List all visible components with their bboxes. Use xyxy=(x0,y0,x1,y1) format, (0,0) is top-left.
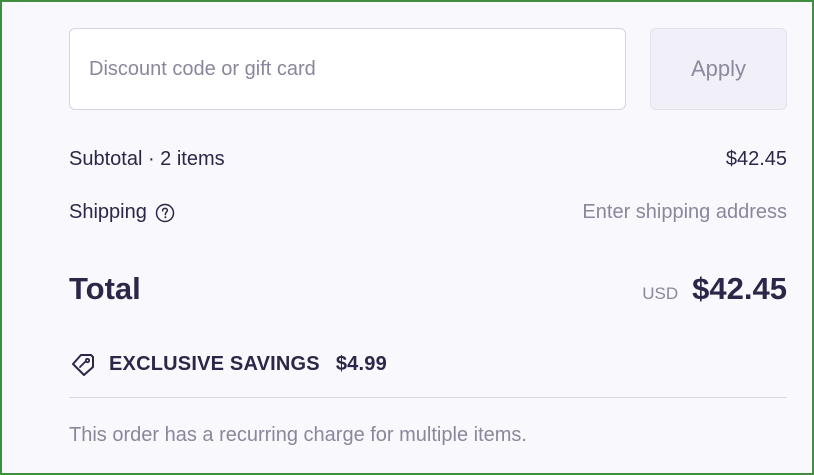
divider xyxy=(69,397,787,398)
discount-row: Apply xyxy=(69,28,787,110)
order-summary-panel: Apply Subtotal · 2 items $42.45 Shipping… xyxy=(0,0,814,475)
tag-icon xyxy=(69,350,97,378)
subtotal-label: Subtotal · 2 items xyxy=(69,148,225,170)
discount-code-input[interactable] xyxy=(69,28,626,110)
apply-button[interactable]: Apply xyxy=(650,28,787,110)
shipping-label: Shipping xyxy=(69,201,147,223)
help-circle-icon[interactable] xyxy=(155,203,175,223)
shipping-label-group: Shipping xyxy=(69,201,175,224)
savings-label: EXCLUSIVE SAVINGS xyxy=(109,352,320,375)
total-row: Total USD $42.45 xyxy=(69,271,787,307)
savings-row: EXCLUSIVE SAVINGS $4.99 xyxy=(69,350,387,378)
total-label: Total xyxy=(69,271,141,306)
shipping-row: Shipping Enter shipping address xyxy=(69,201,787,224)
total-value: $42.45 xyxy=(692,271,787,306)
subtotal-row: Subtotal · 2 items $42.45 xyxy=(69,148,787,171)
subtotal-value: $42.45 xyxy=(725,148,787,170)
total-value-group: USD $42.45 xyxy=(642,271,787,307)
savings-amount: $4.99 xyxy=(335,352,387,375)
shipping-value: Enter shipping address xyxy=(582,201,787,223)
total-currency: USD xyxy=(642,284,679,303)
recurring-charge-note: This order has a recurring charge for mu… xyxy=(69,424,527,446)
order-summary-content: Apply Subtotal · 2 items $42.45 Shipping… xyxy=(69,28,787,446)
